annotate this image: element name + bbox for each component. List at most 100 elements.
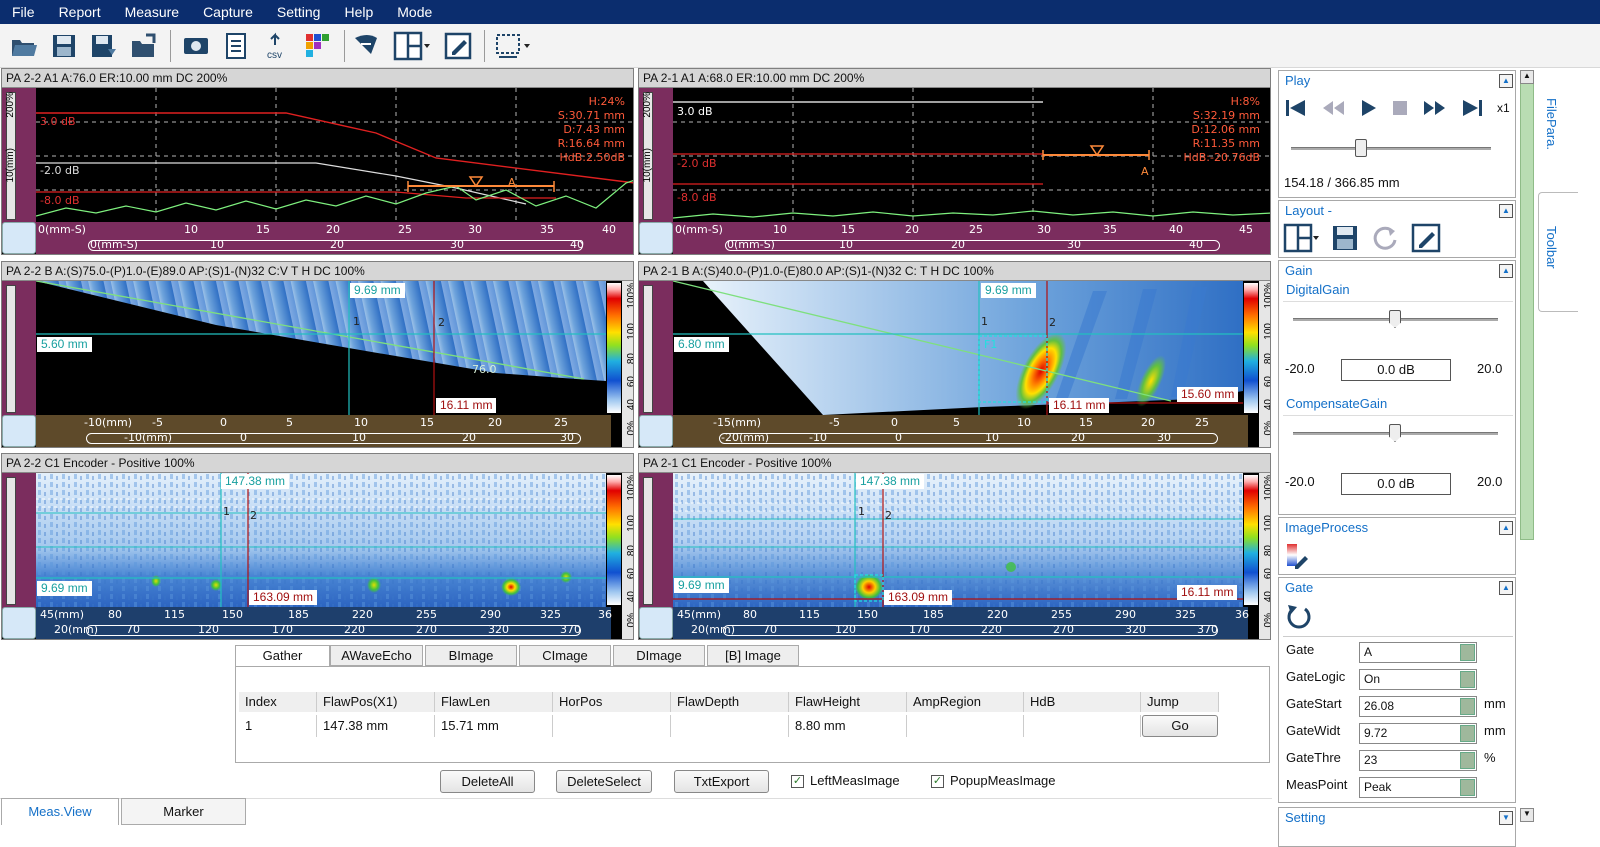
collapse-icon[interactable]: ▲ <box>1499 581 1513 595</box>
csv-export-icon[interactable]: csv <box>262 30 294 62</box>
stop-icon[interactable] <box>1391 99 1409 117</box>
tab-dimage[interactable]: DImage <box>613 645 705 666</box>
table-header: FlawLen <box>435 692 553 712</box>
fast-forward-icon[interactable] <box>1423 99 1447 117</box>
cscan-panel-right[interactable]: PA 2-1 C1 Encoder - Positive 100% 1 2 14… <box>638 453 1271 640</box>
scroll-down-icon[interactable]: ▼ <box>1520 808 1534 822</box>
corner-button[interactable] <box>639 222 673 254</box>
gate-start-spinbox[interactable]: 26.08 <box>1359 696 1477 717</box>
cscan-image[interactable] <box>673 473 1243 609</box>
chevron-down-icon[interactable] <box>1460 671 1475 688</box>
collapse-icon[interactable]: ▲ <box>1499 521 1513 535</box>
tab-meas-view[interactable]: Meas.View <box>1 798 119 825</box>
collapse-icon[interactable]: ▲ <box>1499 204 1513 218</box>
layout-icon[interactable] <box>1283 223 1319 253</box>
panel-scrollbar[interactable] <box>1520 70 1534 540</box>
collapse-icon[interactable]: ▲ <box>1499 74 1513 88</box>
playback-slider-thumb[interactable] <box>1355 139 1367 157</box>
collapse-icon[interactable]: ▼ <box>1499 811 1513 825</box>
spin-icon[interactable] <box>1460 752 1475 769</box>
playback-slider[interactable] <box>1291 147 1491 150</box>
menu-capture[interactable]: Capture <box>191 0 265 24</box>
tab-b-image[interactable]: [B] Image <box>707 645 799 666</box>
digital-gain-thumb[interactable] <box>1389 310 1401 328</box>
play-icon[interactable] <box>1359 99 1377 117</box>
tab-toolbar[interactable]: Toolbar <box>1544 226 1559 269</box>
open-folder-icon[interactable] <box>8 30 40 62</box>
sscan-panel-left[interactable]: PA 2-2 B A:(S)75.0-(P)1.0-(E)89.0 AP:(S)… <box>1 261 634 448</box>
gate-section: Gate ▲ Gate A GateLogic On GateStart 26.0… <box>1278 577 1516 803</box>
gate-width-spinbox[interactable]: 9.72 <box>1359 723 1477 744</box>
sscan-panel-right[interactable]: PA 2-1 B A:(S)40.0-(P)1.0-(E)80.0 AP:(S)… <box>638 261 1271 448</box>
rewind-icon[interactable] <box>1321 99 1345 117</box>
cscan-image[interactable] <box>36 473 606 609</box>
palette-icon[interactable] <box>302 30 334 62</box>
tab-cimage[interactable]: CImage <box>519 645 611 666</box>
skip-end-icon[interactable] <box>1461 99 1483 117</box>
pen-mask-icon[interactable] <box>350 30 382 62</box>
corner-button[interactable] <box>639 415 673 447</box>
corner-button[interactable] <box>2 415 36 447</box>
cursor-value-tag: 16.11 mm <box>1177 585 1238 600</box>
compensate-gain-input[interactable]: 0.0 dB <box>1341 473 1451 495</box>
delete-select-button[interactable]: DeleteSelect <box>556 770 652 793</box>
capture-icon[interactable] <box>180 30 212 62</box>
corner-button[interactable] <box>2 607 36 639</box>
meas-point-select[interactable]: Peak <box>1359 777 1477 798</box>
gate-select[interactable]: A <box>1359 642 1477 663</box>
ascan-panel-right[interactable]: PA 2-1 A1 A:68.0 ER:10.00 mm DC 200% 200… <box>638 68 1271 255</box>
tab-bimage[interactable]: BImage <box>425 645 517 666</box>
digital-gain-input[interactable]: 0.0 dB <box>1341 359 1451 381</box>
ascan-panel-left[interactable]: PA 2-2 A1 A:76.0 ER:10.00 mm DC 200% 200… <box>1 68 634 255</box>
layout-icon[interactable] <box>392 30 432 62</box>
image-process-icon[interactable] <box>1285 542 1311 570</box>
sscan-image[interactable] <box>36 281 606 417</box>
reset-gate-icon[interactable] <box>1285 602 1313 630</box>
left-meas-image-checkbox[interactable]: ✓ <box>791 775 804 788</box>
spin-icon[interactable] <box>1460 725 1475 742</box>
compensate-gain-thumb[interactable] <box>1389 424 1401 442</box>
save-icon[interactable] <box>1331 224 1359 252</box>
menu-measure[interactable]: Measure <box>113 0 191 24</box>
go-button[interactable]: Go <box>1142 715 1218 737</box>
tab-marker[interactable]: Marker <box>121 798 246 825</box>
chevron-down-icon[interactable] <box>1460 779 1475 796</box>
skip-start-icon[interactable] <box>1285 99 1307 117</box>
menu-help[interactable]: Help <box>332 0 385 24</box>
gate-logic-select[interactable]: On <box>1359 669 1477 690</box>
save-as-icon[interactable] <box>88 30 120 62</box>
scale-label: 200% <box>642 92 653 118</box>
report-icon[interactable] <box>220 30 252 62</box>
selection-icon[interactable] <box>492 30 532 62</box>
gate-threshold-spinbox[interactable]: 23 <box>1359 750 1477 771</box>
tab-gather[interactable]: Gather <box>235 645 330 666</box>
delete-all-button[interactable]: DeleteAll <box>440 770 535 793</box>
playback-position: 154.18 / 366.85 mm <box>1284 175 1400 190</box>
ascan-plot[interactable] <box>36 88 634 224</box>
tab-awaveecho[interactable]: AWaveEcho <box>330 645 423 666</box>
popup-meas-image-checkbox[interactable]: ✓ <box>931 775 944 788</box>
sscan-image[interactable] <box>673 281 1243 417</box>
spin-icon[interactable] <box>1460 698 1475 715</box>
menu-report[interactable]: Report <box>47 0 113 24</box>
cscan-panel-left[interactable]: PA 2-2 C1 Encoder - Positive 100% 1 2 14… <box>1 453 634 640</box>
edit-icon[interactable] <box>442 30 474 62</box>
table-cell <box>671 715 789 737</box>
edit-icon[interactable] <box>1411 223 1441 253</box>
corner-button[interactable] <box>2 222 36 254</box>
txt-export-button[interactable]: TxtExport <box>674 770 769 793</box>
scroll-up-icon[interactable]: ▲ <box>1520 70 1534 84</box>
refresh-icon[interactable] <box>1371 224 1399 252</box>
export-folder-icon[interactable] <box>128 30 160 62</box>
save-icon[interactable] <box>48 30 80 62</box>
tab-filepara[interactable]: FilePara. <box>1544 98 1559 150</box>
ascan-plot[interactable] <box>673 88 1271 224</box>
collapse-icon[interactable]: ▲ <box>1499 264 1513 278</box>
menu-file[interactable]: File <box>0 0 47 24</box>
menu-setting[interactable]: Setting <box>265 0 333 24</box>
chevron-down-icon[interactable] <box>1460 644 1475 661</box>
menu-mode[interactable]: Mode <box>385 0 444 24</box>
speed-label[interactable]: x1 <box>1497 101 1510 115</box>
gate-logic-label: GateLogic <box>1286 669 1346 684</box>
corner-button[interactable] <box>639 607 673 639</box>
